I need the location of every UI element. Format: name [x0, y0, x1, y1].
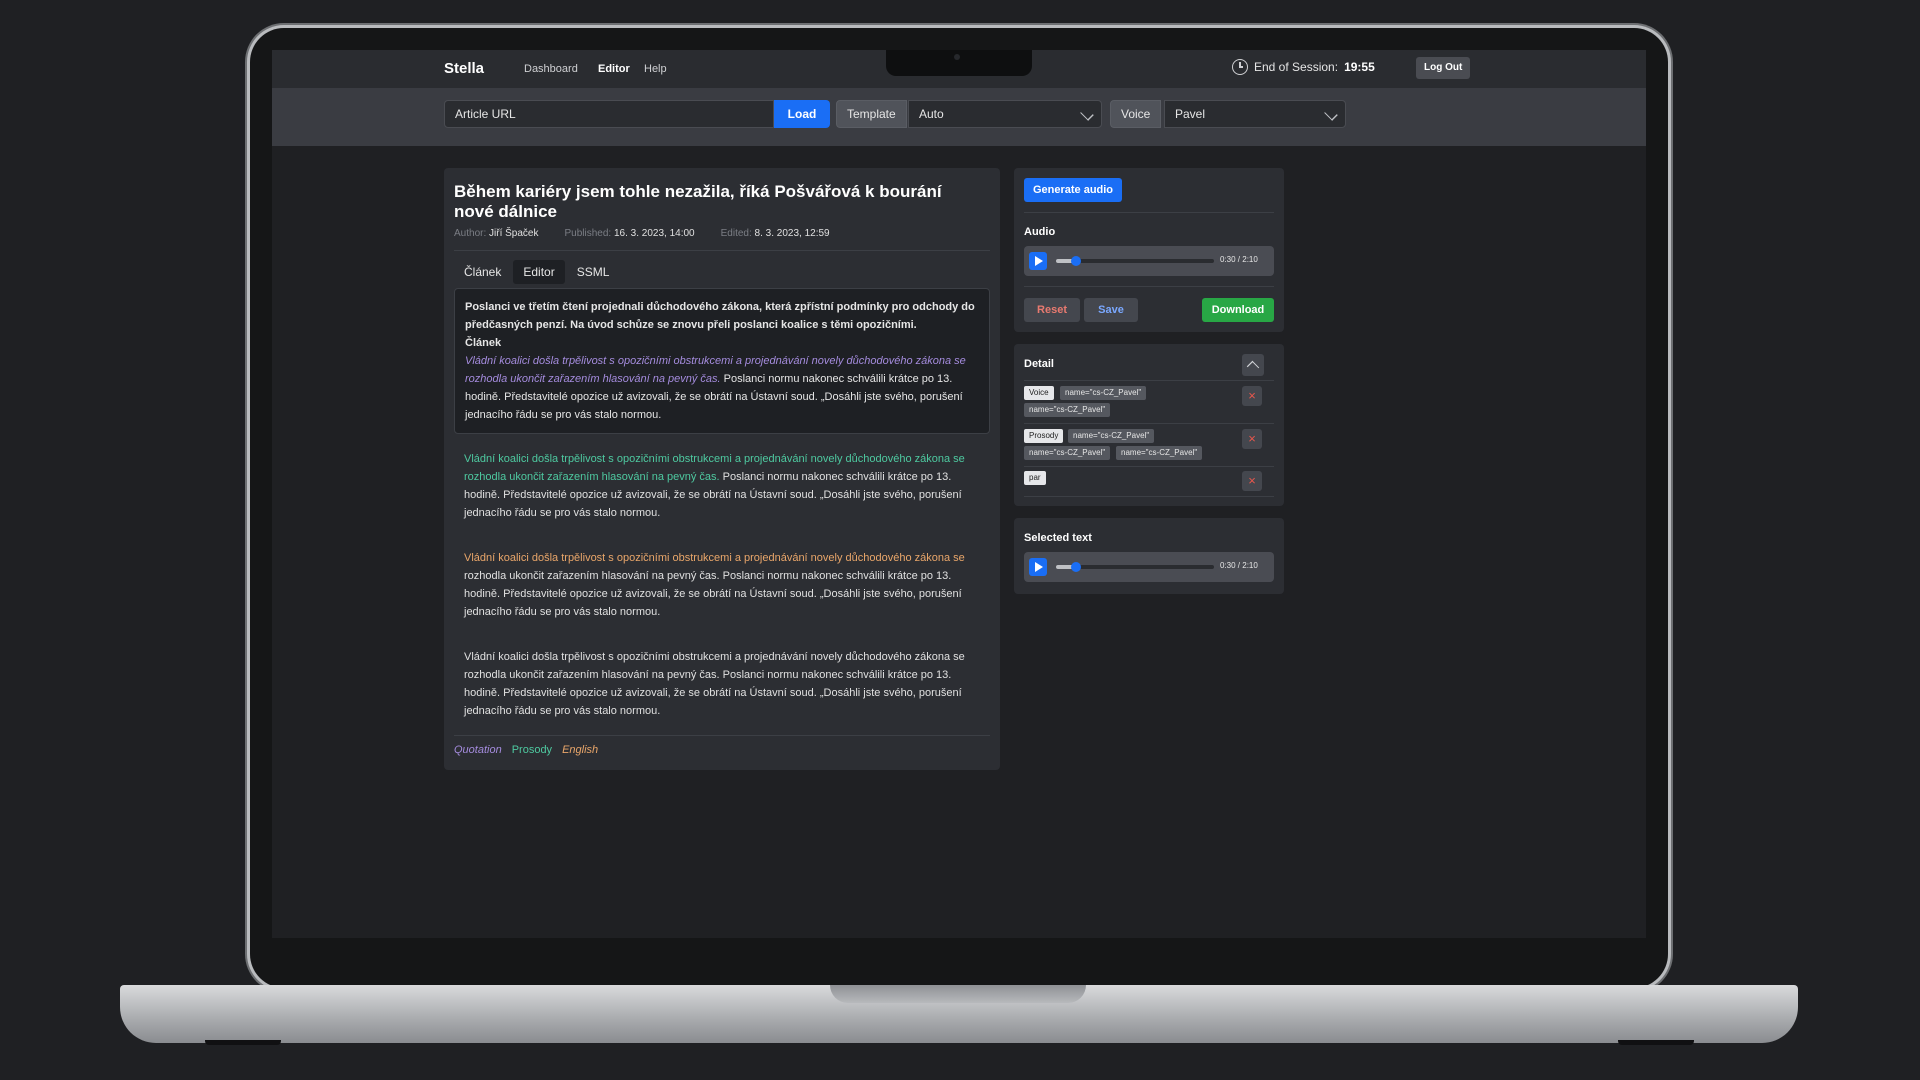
editor-textarea[interactable]: Poslanci ve třetím čtení projednali důch… — [454, 288, 990, 434]
selected-seek-knob[interactable] — [1070, 562, 1081, 572]
generate-audio-button[interactable]: Generate audio — [1024, 178, 1122, 202]
attr-chip[interactable]: name="cs-CZ_Pavel" — [1116, 446, 1203, 460]
voice-label: Voice — [1110, 100, 1162, 128]
audio-seek-knob[interactable] — [1070, 256, 1081, 266]
remove-icon[interactable]: × — [1242, 386, 1262, 406]
play-icon[interactable] — [1029, 252, 1047, 270]
divider — [1024, 380, 1274, 381]
camera-notch — [886, 50, 1032, 76]
editor-paragraph: Vládní koalici došla trpělivost s opozič… — [465, 352, 979, 424]
tag-voice[interactable]: Voice — [1024, 386, 1054, 400]
template-label: Template — [836, 100, 907, 128]
tab-editor[interactable]: Editor — [513, 260, 565, 284]
voice-value: Pavel — [1175, 107, 1206, 121]
selected-seek-bar[interactable] — [1056, 562, 1214, 572]
published-date: 16. 3. 2023, 14:00 — [613, 228, 695, 239]
laptop-foot — [205, 1040, 281, 1045]
divider — [454, 735, 990, 736]
screen: Stella Dashboard Editor Help End of Sess… — [272, 50, 1646, 938]
author: Jiří Špaček — [489, 228, 539, 239]
detail-title: Detail — [1024, 358, 1054, 370]
reset-button[interactable]: Reset — [1024, 298, 1080, 322]
template-select[interactable]: Auto — [908, 100, 1102, 128]
attr-chip[interactable]: name="cs-CZ_Pavel" — [1060, 386, 1147, 400]
laptop-foot — [1618, 1040, 1694, 1045]
audio-player: 0:30 / 2:10 — [1024, 246, 1274, 276]
lead-text: Poslanci ve třetím čtení projednali důch… — [465, 301, 975, 331]
article-title: Během kariéry jsem tohle nezažila, říká … — [454, 182, 942, 221]
session-time: 19:55 — [1344, 60, 1375, 74]
laptop-opening-lip — [830, 985, 1086, 1003]
paragraph-plain: Vládní koalici došla trpělivost s opozič… — [464, 651, 965, 717]
audio-label: Audio — [1024, 226, 1056, 238]
chevron-down-icon — [1080, 107, 1094, 121]
attr-chip[interactable]: name="cs-CZ_Pavel" — [1024, 403, 1111, 417]
tag-par[interactable]: par — [1024, 471, 1046, 485]
tab-ssml[interactable]: SSML — [567, 260, 620, 284]
toolbar: Article URL Load Template Auto Voice Pav… — [272, 88, 1646, 146]
divider — [1024, 212, 1274, 213]
article-meta: Author: Jiří Špaček Published: 16. 3. 20… — [454, 228, 830, 239]
selected-text-panel: Selected text 0:30 / 2:10 — [1014, 518, 1284, 594]
session-label: End of Session: — [1254, 60, 1339, 74]
voice-select[interactable]: Pavel — [1164, 100, 1346, 128]
detail-panel: Detail Voice name="cs-CZ_Pavel" name="cs… — [1014, 344, 1284, 506]
plain-span: rozhodla ukončit zařazením hlasování na … — [464, 570, 962, 618]
divider — [1024, 496, 1274, 497]
nav-dashboard[interactable]: Dashboard — [524, 63, 578, 75]
edited-label: Edited: — [720, 228, 752, 239]
chevron-down-icon — [1324, 107, 1338, 121]
audio-time: 0:30 / 2:10 — [1220, 255, 1258, 264]
brand-logo[interactable]: Stella — [444, 60, 484, 77]
chevron-up-icon[interactable] — [1242, 354, 1264, 376]
highlight-legend: Quotation Prosody English — [454, 744, 598, 756]
article-panel: Během kariéry jsem tohle nezažila, říká … — [444, 168, 1000, 770]
tag-prosody[interactable]: Prosody — [1024, 429, 1064, 443]
load-button[interactable]: Load — [774, 100, 830, 128]
logout-button[interactable]: Log Out — [1416, 57, 1471, 79]
divider — [1024, 423, 1274, 424]
save-button[interactable]: Save — [1084, 298, 1138, 322]
legend-prosody: Prosody — [511, 744, 553, 756]
legend-english: English — [562, 744, 599, 756]
selected-text-title: Selected text — [1024, 532, 1092, 544]
remove-icon[interactable]: × — [1242, 429, 1262, 449]
english-span[interactable]: Vládní koalici došla trpělivost s opozič… — [464, 552, 965, 564]
attr-chip[interactable]: name="cs-CZ_Pavel" — [1024, 446, 1111, 460]
audio-seek-bar[interactable] — [1056, 256, 1214, 266]
selected-audio-player: 0:30 / 2:10 — [1024, 552, 1274, 582]
tab-clanek[interactable]: Článek — [454, 260, 511, 284]
session-info: End of Session: 19:55 — [1232, 59, 1375, 75]
legend-quotation: Quotation — [454, 744, 502, 756]
audio-panel: Generate audio Audio 0:30 / 2:10 Reset S… — [1014, 168, 1284, 332]
remove-icon[interactable]: × — [1242, 471, 1262, 491]
play-icon[interactable] — [1029, 558, 1047, 576]
selected-audio-time: 0:30 / 2:10 — [1220, 561, 1258, 570]
divider — [1024, 286, 1274, 287]
paragraph-english: Vládní koalici došla trpělivost s opozič… — [464, 549, 984, 621]
nav-help[interactable]: Help — [644, 63, 667, 75]
download-button[interactable]: Download — [1202, 298, 1274, 322]
template-value: Auto — [919, 107, 944, 121]
divider — [1024, 466, 1274, 467]
nav-editor[interactable]: Editor — [598, 63, 630, 75]
paragraph-prosody: Vládní koalici došla trpělivost s opozič… — [464, 450, 984, 522]
article-url-input[interactable]: Article URL — [444, 100, 774, 128]
section-heading: Článek — [465, 337, 502, 349]
clock-icon — [1232, 59, 1248, 75]
divider — [454, 250, 990, 251]
published-label: Published: — [564, 228, 612, 239]
author-label: Author: — [454, 228, 487, 239]
attr-chip[interactable]: name="cs-CZ_Pavel" — [1068, 429, 1155, 443]
edited-date: 8. 3. 2023, 12:59 — [754, 228, 830, 239]
article-tabs: Článek Editor SSML — [454, 260, 619, 284]
